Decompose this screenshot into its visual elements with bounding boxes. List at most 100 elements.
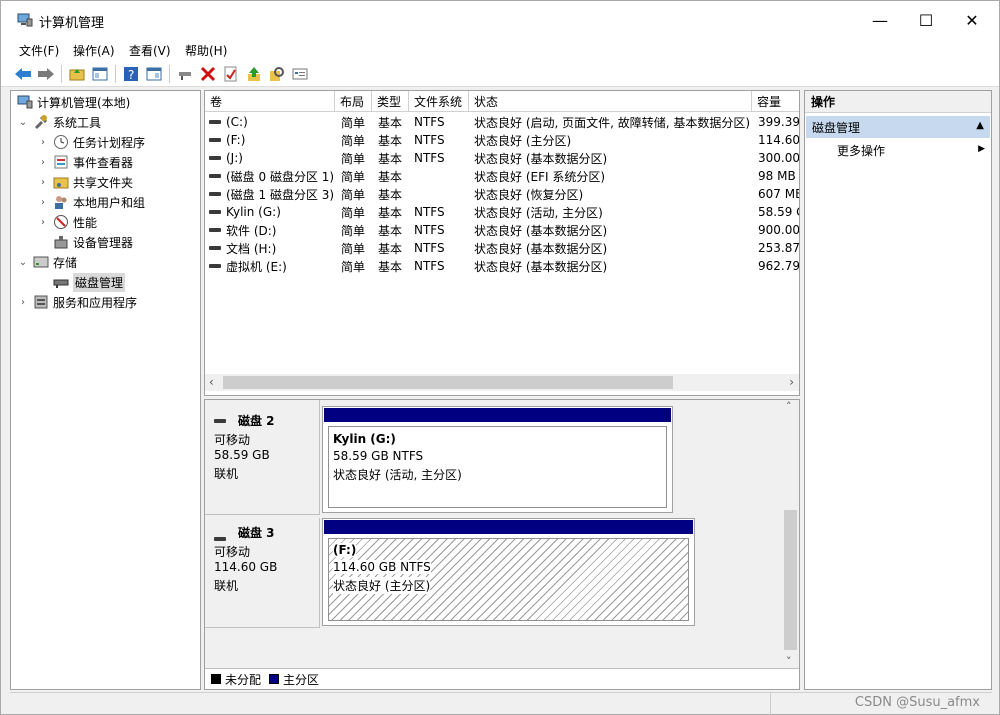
layout-cell[interactable]: 简单 bbox=[341, 257, 365, 275]
volume-cell[interactable]: 虚拟机 (E:) bbox=[209, 257, 287, 275]
collapse-up-icon[interactable]: ▲ bbox=[976, 120, 984, 131]
partition-g[interactable]: Kylin (G:) 58.59 GB NTFS 状态良好 (活动, 主分区) bbox=[322, 406, 673, 513]
minimize-button[interactable]: — bbox=[857, 1, 903, 39]
tree-item-event-viewer[interactable]: › 事件查看器 bbox=[37, 152, 133, 172]
column-header-type[interactable]: 类型 bbox=[372, 91, 409, 112]
actions-section-disk-management[interactable]: 磁盘管理 ▲ bbox=[806, 116, 990, 138]
chevron-right-icon[interactable]: › bbox=[37, 217, 49, 228]
layout-cell[interactable]: 简单 bbox=[341, 185, 365, 203]
capacity-cell[interactable]: 399.39 bbox=[758, 113, 799, 131]
volume-cell[interactable]: (F:) bbox=[209, 131, 245, 149]
delete-icon[interactable] bbox=[198, 64, 218, 84]
column-header-filesystem[interactable]: 文件系统 bbox=[409, 91, 469, 112]
filesystem-cell[interactable]: NTFS bbox=[414, 221, 445, 239]
settings-list-icon[interactable] bbox=[290, 64, 310, 84]
scroll-right-icon[interactable]: › bbox=[789, 375, 794, 389]
properties-view-icon[interactable] bbox=[144, 64, 164, 84]
status-cell[interactable]: 状态良好 (活动, 主分区) bbox=[474, 203, 603, 221]
disk-3-info[interactable]: 磁盘 3 可移动 114.60 GB 联机 bbox=[205, 518, 320, 628]
status-cell[interactable]: 状态良好 (基本数据分区) bbox=[474, 257, 607, 275]
tree-item-system-tools[interactable]: ⌄ 系统工具 bbox=[17, 112, 101, 132]
filesystem-cell[interactable]: NTFS bbox=[414, 113, 445, 131]
volume-cell[interactable]: Kylin (G:) bbox=[209, 203, 281, 221]
filesystem-cell[interactable]: NTFS bbox=[414, 257, 445, 275]
partition-f[interactable]: (F:) 114.60 GB NTFS 状态良好 (主分区) bbox=[322, 518, 695, 626]
type-cell[interactable]: 基本 bbox=[378, 239, 402, 257]
tree-item-disk-management[interactable]: 磁盘管理 bbox=[49, 272, 126, 292]
menu-view[interactable]: 查看(V) bbox=[129, 42, 171, 59]
chevron-right-icon[interactable]: › bbox=[37, 197, 49, 208]
scrollbar-thumb[interactable] bbox=[223, 376, 673, 389]
capacity-cell[interactable]: 114.60 bbox=[758, 131, 799, 149]
scroll-left-icon[interactable]: ‹ bbox=[209, 375, 214, 389]
type-cell[interactable]: 基本 bbox=[378, 257, 402, 275]
maximize-button[interactable]: ☐ bbox=[903, 1, 949, 39]
type-cell[interactable]: 基本 bbox=[378, 221, 402, 239]
capacity-cell[interactable]: 962.79 bbox=[758, 257, 799, 275]
tree-item-services[interactable]: › 服务和应用程序 bbox=[17, 292, 137, 312]
type-cell[interactable]: 基本 bbox=[378, 149, 402, 167]
tree-item-local-users[interactable]: › 本地用户和组 bbox=[37, 192, 145, 212]
layout-cell[interactable]: 简单 bbox=[341, 131, 365, 149]
scrollbar-thumb[interactable] bbox=[784, 510, 797, 650]
menu-file[interactable]: 文件(F) bbox=[19, 42, 59, 59]
volume-cell[interactable]: (J:) bbox=[209, 149, 243, 167]
back-icon[interactable] bbox=[13, 64, 33, 84]
filesystem-cell[interactable]: NTFS bbox=[414, 203, 445, 221]
tree-item-root[interactable]: 计算机管理(本地) bbox=[13, 92, 130, 112]
chevron-down-icon[interactable]: ⌄ bbox=[17, 117, 29, 128]
volume-cell[interactable]: (磁盘 1 磁盘分区 3) bbox=[209, 185, 334, 203]
capacity-cell[interactable]: 900.00 bbox=[758, 221, 799, 239]
tree-item-device-manager[interactable]: 设备管理器 bbox=[49, 232, 133, 252]
status-cell[interactable]: 状态良好 (基本数据分区) bbox=[474, 239, 607, 257]
capacity-cell[interactable]: 98 MB bbox=[758, 167, 796, 185]
show-hide-tree-icon[interactable] bbox=[90, 64, 110, 84]
volume-cell[interactable]: (C:) bbox=[209, 113, 248, 131]
submenu-arrow-icon[interactable]: ▶ bbox=[978, 144, 985, 154]
volume-cell[interactable]: (磁盘 0 磁盘分区 1) bbox=[209, 167, 334, 185]
help-icon[interactable]: ? bbox=[121, 64, 141, 84]
connect-icon[interactable] bbox=[175, 64, 195, 84]
chevron-right-icon[interactable]: › bbox=[37, 137, 49, 148]
layout-cell[interactable]: 简单 bbox=[341, 221, 365, 239]
layout-cell[interactable]: 简单 bbox=[341, 149, 365, 167]
type-cell[interactable]: 基本 bbox=[378, 131, 402, 149]
capacity-cell[interactable]: 607 MB bbox=[758, 185, 799, 203]
status-cell[interactable]: 状态良好 (主分区) bbox=[474, 131, 571, 149]
tree-item-performance[interactable]: › 性能 bbox=[37, 212, 97, 232]
type-cell[interactable]: 基本 bbox=[378, 185, 402, 203]
capacity-cell[interactable]: 300.00 bbox=[758, 149, 799, 167]
type-cell[interactable]: 基本 bbox=[378, 113, 402, 131]
layout-cell[interactable]: 简单 bbox=[341, 167, 365, 185]
status-cell[interactable]: 状态良好 (EFI 系统分区) bbox=[474, 167, 605, 185]
chevron-down-icon[interactable]: ⌄ bbox=[17, 257, 29, 268]
type-cell[interactable]: 基本 bbox=[378, 203, 402, 221]
filesystem-cell[interactable]: NTFS bbox=[414, 239, 445, 257]
forward-icon[interactable] bbox=[36, 64, 56, 84]
tree-item-shared-folders[interactable]: › 共享文件夹 bbox=[37, 172, 133, 192]
more-actions-item[interactable]: 更多操作 bbox=[837, 142, 885, 159]
chevron-right-icon[interactable]: › bbox=[37, 177, 49, 188]
export-up-icon[interactable] bbox=[244, 64, 264, 84]
disk-2-info[interactable]: 磁盘 2 可移动 58.59 GB 联机 bbox=[205, 400, 320, 515]
volume-cell[interactable]: 软件 (D:) bbox=[209, 221, 276, 239]
horizontal-scrollbar[interactable]: ‹ › bbox=[205, 374, 799, 391]
capacity-cell[interactable]: 253.87 bbox=[758, 239, 799, 257]
type-cell[interactable]: 基本 bbox=[378, 167, 402, 185]
layout-cell[interactable]: 简单 bbox=[341, 203, 365, 221]
vertical-scrollbar[interactable]: ˄ ˅ bbox=[782, 400, 799, 668]
chevron-right-icon[interactable]: › bbox=[37, 157, 49, 168]
status-cell[interactable]: 状态良好 (启动, 页面文件, 故障转储, 基本数据分区) bbox=[474, 113, 750, 131]
status-cell[interactable]: 状态良好 (基本数据分区) bbox=[474, 149, 607, 167]
up-folder-icon[interactable] bbox=[67, 64, 87, 84]
capacity-cell[interactable]: 58.59 G bbox=[758, 203, 799, 221]
tree-item-storage[interactable]: ⌄ 存储 bbox=[17, 252, 77, 272]
column-header-layout[interactable]: 布局 bbox=[335, 91, 372, 112]
layout-cell[interactable]: 简单 bbox=[341, 113, 365, 131]
column-header-volume[interactable]: 卷 bbox=[205, 91, 335, 112]
chevron-right-icon[interactable]: › bbox=[17, 297, 29, 308]
search-icon[interactable] bbox=[267, 64, 287, 84]
layout-cell[interactable]: 简单 bbox=[341, 239, 365, 257]
status-cell[interactable]: 状态良好 (基本数据分区) bbox=[474, 221, 607, 239]
close-button[interactable]: ✕ bbox=[949, 1, 995, 39]
